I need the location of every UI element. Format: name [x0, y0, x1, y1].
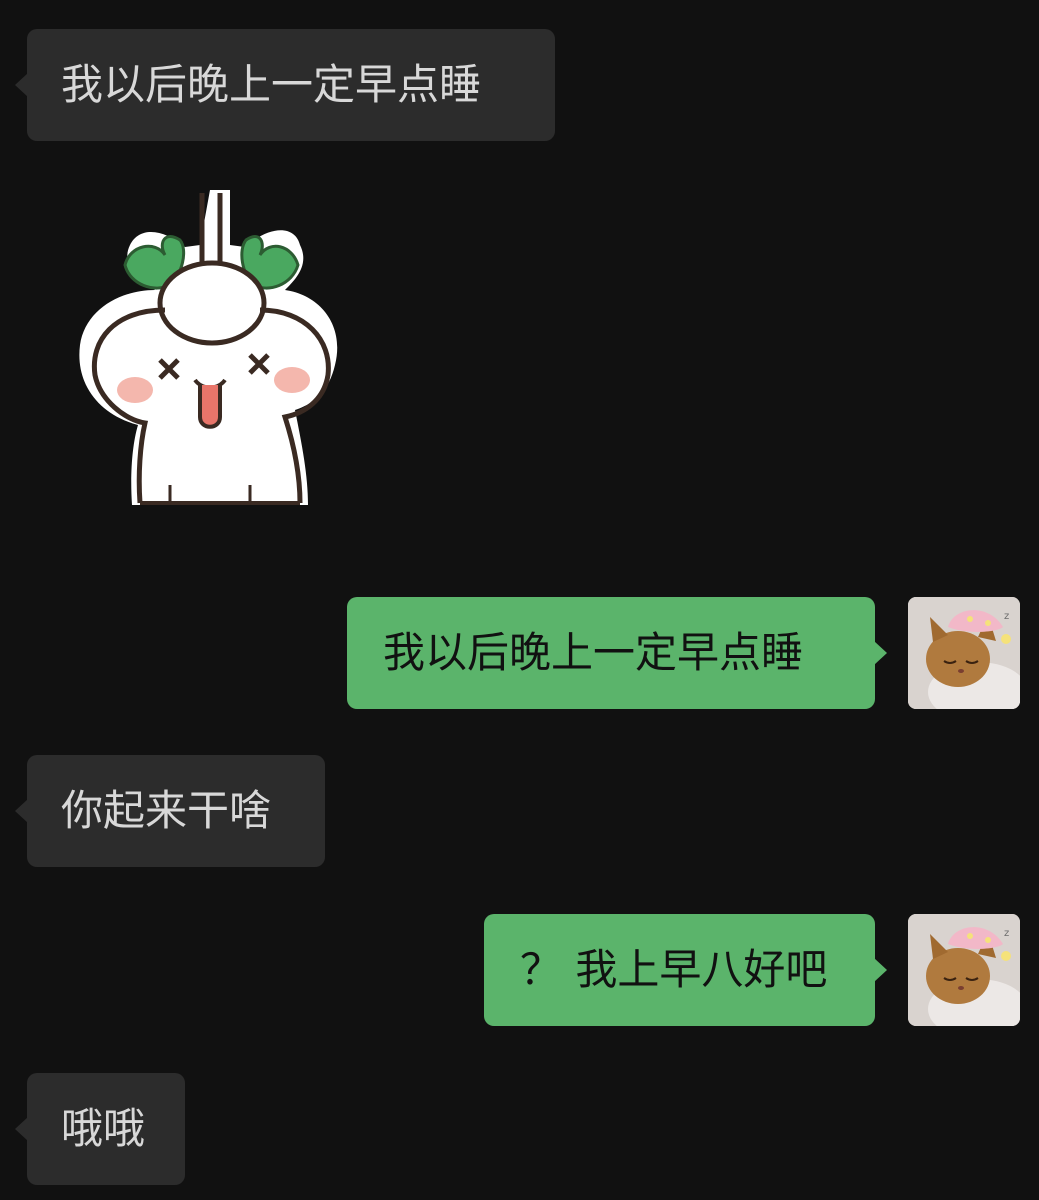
- dizzy-radish-sticker[interactable]: [70, 185, 350, 515]
- incoming-message-bubble[interactable]: 我以后晚上一定早点睡: [15, 29, 555, 141]
- message-text: 我以后晚上一定早点睡: [383, 628, 804, 677]
- cat-avatar-image: z: [908, 914, 1020, 1026]
- outgoing-message-bubble[interactable]: 我以后晚上一定早点睡: [347, 597, 887, 709]
- incoming-message-bubble[interactable]: 你起来干啥: [15, 755, 325, 867]
- cat-avatar-image: z: [908, 597, 1020, 709]
- outgoing-message-bubble[interactable]: ？ 我上早八好吧: [484, 914, 887, 1026]
- incoming-message-bubble[interactable]: 哦哦: [15, 1073, 185, 1185]
- sleeping-cat-avatar[interactable]: z: [908, 914, 1020, 1026]
- message-text: 哦哦: [61, 1104, 146, 1153]
- message-text: ？ 我上早八好吧: [520, 945, 828, 994]
- message-text: 我以后晚上一定早点睡: [61, 60, 482, 109]
- chat-conversation: 我以后晚上一定早点睡 我以后晚上一定早点睡 z 你起来干啥 ？ 我上早八好吧 z…: [0, 0, 1039, 1200]
- message-text: 你起来干啥: [61, 786, 272, 835]
- sleeping-cat-avatar[interactable]: z: [908, 597, 1020, 709]
- svg-text:z: z: [1004, 928, 1009, 939]
- svg-text:z: z: [1004, 611, 1009, 622]
- sticker-image: [79, 190, 338, 505]
